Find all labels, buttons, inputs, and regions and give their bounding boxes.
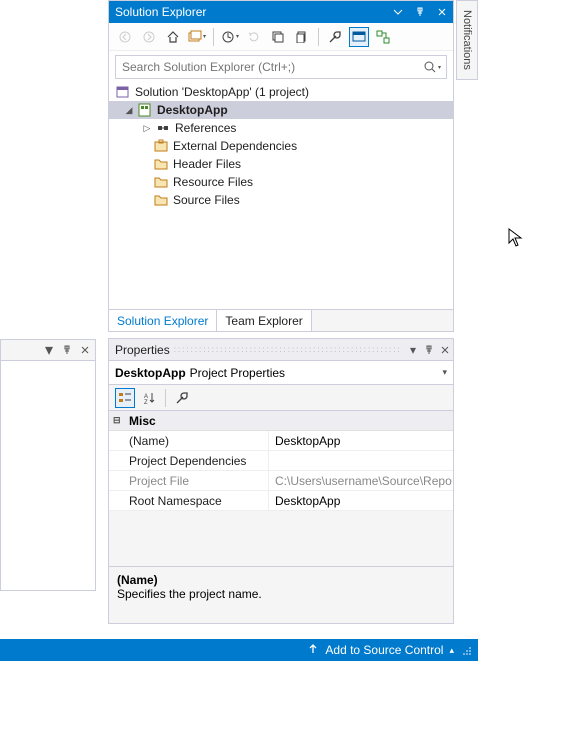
- add-source-control-button[interactable]: Add to Source Control: [325, 643, 443, 657]
- folder-icon: [153, 192, 169, 208]
- properties-panel: Properties :::::::::::::::::::::::::::::…: [108, 338, 454, 624]
- folder-icon: [153, 156, 169, 172]
- window-dropdown-icon[interactable]: ▾: [41, 342, 57, 358]
- resource-files-node[interactable]: Resource Files: [109, 173, 453, 191]
- desc-name: (Name): [117, 573, 445, 587]
- pin-icon[interactable]: [421, 342, 437, 358]
- properties-toolbar: AZ: [109, 385, 453, 411]
- solution-explorer-toolbar: ▾ ▾: [109, 23, 453, 51]
- project-icon: [137, 102, 153, 118]
- solution-explorer-tabstrip: Solution Explorer Team Explorer: [109, 309, 453, 331]
- categorized-button[interactable]: [115, 388, 135, 408]
- pin-icon[interactable]: [409, 1, 431, 23]
- tab-team-explorer[interactable]: Team Explorer: [217, 310, 311, 331]
- references-label: References: [175, 121, 236, 135]
- minus-icon[interactable]: ⊟: [113, 415, 125, 426]
- solution-explorer-title: Solution Explorer: [115, 5, 206, 19]
- desc-text: Specifies the project name.: [117, 587, 445, 601]
- back-button[interactable]: [115, 27, 135, 47]
- properties-button[interactable]: [325, 27, 345, 47]
- forward-button[interactable]: [139, 27, 159, 47]
- solution-tree: Solution 'DesktopApp' (1 project) ◢ Desk…: [109, 81, 453, 211]
- alphabetical-button[interactable]: AZ: [139, 388, 159, 408]
- source-files-node[interactable]: Source Files: [109, 191, 453, 209]
- properties-titlebar[interactable]: Properties :::::::::::::::::::::::::::::…: [109, 339, 453, 361]
- properties-grid: ⊟ Misc (Name) DesktopApp Project Depende…: [109, 411, 453, 567]
- close-icon[interactable]: [431, 1, 453, 23]
- solution-search-box[interactable]: ▾: [115, 55, 447, 79]
- solution-node[interactable]: Solution 'DesktopApp' (1 project): [109, 83, 453, 101]
- references-icon: [155, 120, 171, 136]
- solution-explorer-titlebar[interactable]: Solution Explorer: [109, 1, 453, 23]
- solution-icon: [115, 84, 131, 100]
- source-files-label: Source Files: [173, 193, 240, 207]
- project-node[interactable]: ◢ DesktopApp: [109, 101, 453, 119]
- properties-grid-empty: [109, 511, 453, 567]
- chevron-down-icon: ▾: [442, 367, 447, 378]
- prop-rootns-value[interactable]: DesktopApp: [269, 491, 453, 510]
- toolbar-separator: [318, 28, 319, 46]
- scope-switch-button[interactable]: ▾: [187, 27, 207, 47]
- publish-arrow-icon[interactable]: [307, 643, 319, 658]
- expander-closed-icon[interactable]: ▷: [141, 122, 153, 134]
- prop-file-value: C:\Users\username\Source\Repo: [269, 471, 453, 490]
- prop-row-name[interactable]: (Name) DesktopApp: [109, 431, 453, 451]
- chevron-up-icon[interactable]: ▴: [449, 645, 454, 656]
- header-files-node[interactable]: Header Files: [109, 155, 453, 173]
- header-files-label: Header Files: [173, 157, 241, 171]
- window-dropdown-icon[interactable]: [387, 1, 409, 23]
- collapse-all-button[interactable]: [268, 27, 288, 47]
- mouse-cursor-icon: [508, 228, 524, 248]
- prop-row-rootns[interactable]: Root Namespace DesktopApp: [109, 491, 453, 511]
- selector-type: Project Properties: [190, 366, 285, 380]
- expander-open-icon[interactable]: ◢: [123, 104, 135, 116]
- sync-button[interactable]: [244, 27, 264, 47]
- external-deps-label: External Dependencies: [173, 139, 297, 153]
- svg-text:Z: Z: [144, 400, 148, 405]
- search-icon[interactable]: ▾: [418, 60, 446, 74]
- home-button[interactable]: [163, 27, 183, 47]
- solution-explorer-panel: Solution Explorer ▾ ▾ ▾ Solution 'Deskto…: [108, 0, 454, 332]
- references-node[interactable]: ▷ References: [109, 119, 453, 137]
- view-class-diagram-button[interactable]: [373, 27, 393, 47]
- external-deps-node[interactable]: External Dependencies: [109, 137, 453, 155]
- left-docked-panel: ▾: [0, 339, 96, 601]
- toolbar-separator: [213, 28, 214, 46]
- show-all-files-button[interactable]: [292, 27, 312, 47]
- pin-icon[interactable]: [59, 342, 75, 358]
- notifications-tab[interactable]: Notifications: [456, 0, 478, 80]
- properties-description: (Name) Specifies the project name.: [109, 567, 453, 607]
- selector-name: DesktopApp: [115, 366, 186, 380]
- property-pages-button[interactable]: [172, 388, 192, 408]
- prop-rootns-label: Root Namespace: [109, 491, 269, 510]
- prop-name-label: (Name): [109, 431, 269, 450]
- folder-icon: [153, 174, 169, 190]
- prop-row-dependencies[interactable]: Project Dependencies: [109, 451, 453, 471]
- close-icon[interactable]: [77, 342, 93, 358]
- prop-file-label: Project File: [109, 471, 269, 490]
- toolbar-separator: [165, 389, 166, 407]
- preview-selected-button[interactable]: [349, 27, 369, 47]
- category-misc[interactable]: ⊟ Misc: [109, 411, 453, 431]
- solution-label: Solution 'DesktopApp' (1 project): [135, 85, 309, 99]
- window-dropdown-icon[interactable]: ▾: [405, 342, 421, 358]
- prop-row-file[interactable]: Project File C:\Users\username\Source\Re…: [109, 471, 453, 491]
- project-label: DesktopApp: [157, 103, 228, 117]
- category-label: Misc: [129, 414, 156, 428]
- resize-grip-icon[interactable]: [460, 644, 472, 656]
- status-bar: Add to Source Control ▴: [0, 639, 478, 661]
- solution-search-input[interactable]: [116, 60, 418, 74]
- external-deps-icon: [153, 138, 169, 154]
- prop-deps-label: Project Dependencies: [109, 451, 269, 470]
- grip-dots: ::::::::::::::::::::::::::::::::::::::::…: [174, 345, 401, 354]
- resource-files-label: Resource Files: [173, 175, 253, 189]
- tab-solution-explorer[interactable]: Solution Explorer: [109, 310, 217, 331]
- pending-changes-filter-button[interactable]: ▾: [220, 27, 240, 47]
- prop-name-value[interactable]: DesktopApp: [269, 431, 453, 450]
- prop-deps-value[interactable]: [269, 451, 453, 470]
- properties-title: Properties: [115, 343, 170, 357]
- close-icon[interactable]: [437, 342, 453, 358]
- properties-object-selector[interactable]: DesktopApp Project Properties ▾: [109, 361, 453, 385]
